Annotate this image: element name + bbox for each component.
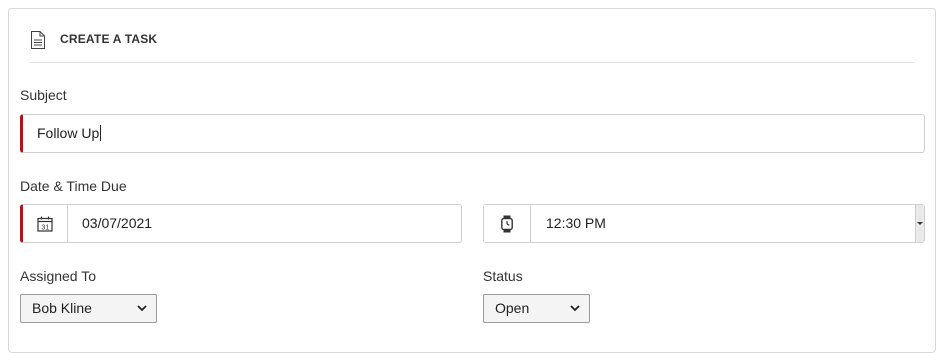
document-icon [31,31,45,49]
subject-label: Subject [20,87,67,103]
time-picker-button[interactable] [484,205,531,242]
form-header: CREATE A TASK [30,30,914,63]
svg-text:31: 31 [41,224,49,231]
assigned-to-select[interactable]: Bob Kline [20,294,157,323]
status-label: Status [483,268,523,284]
subject-value: Follow Up [37,125,100,141]
text-cursor [100,125,102,141]
chevron-down-icon [570,305,580,312]
assigned-to-value: Bob Kline [32,300,92,316]
status-select[interactable]: Open [483,294,590,323]
form-title: CREATE A TASK [60,32,158,46]
caret-down-icon [917,222,923,225]
calendar-button[interactable]: 31 [23,205,68,242]
watch-icon [501,215,513,232]
due-date-value: 03/07/2021 [82,215,153,231]
status-value: Open [495,300,530,316]
date-time-due-label: Date & Time Due [20,178,127,194]
due-time-field[interactable]: 12:30 PM [483,204,925,243]
assigned-to-label: Assigned To [20,268,97,284]
time-dropdown-toggle[interactable] [915,205,924,242]
due-date-field[interactable]: 31 03/07/2021 [20,204,462,243]
subject-input[interactable]: Follow Up [20,114,925,153]
chevron-down-icon [137,305,147,312]
calendar-icon: 31 [37,216,53,232]
due-time-value: 12:30 PM [546,215,606,231]
